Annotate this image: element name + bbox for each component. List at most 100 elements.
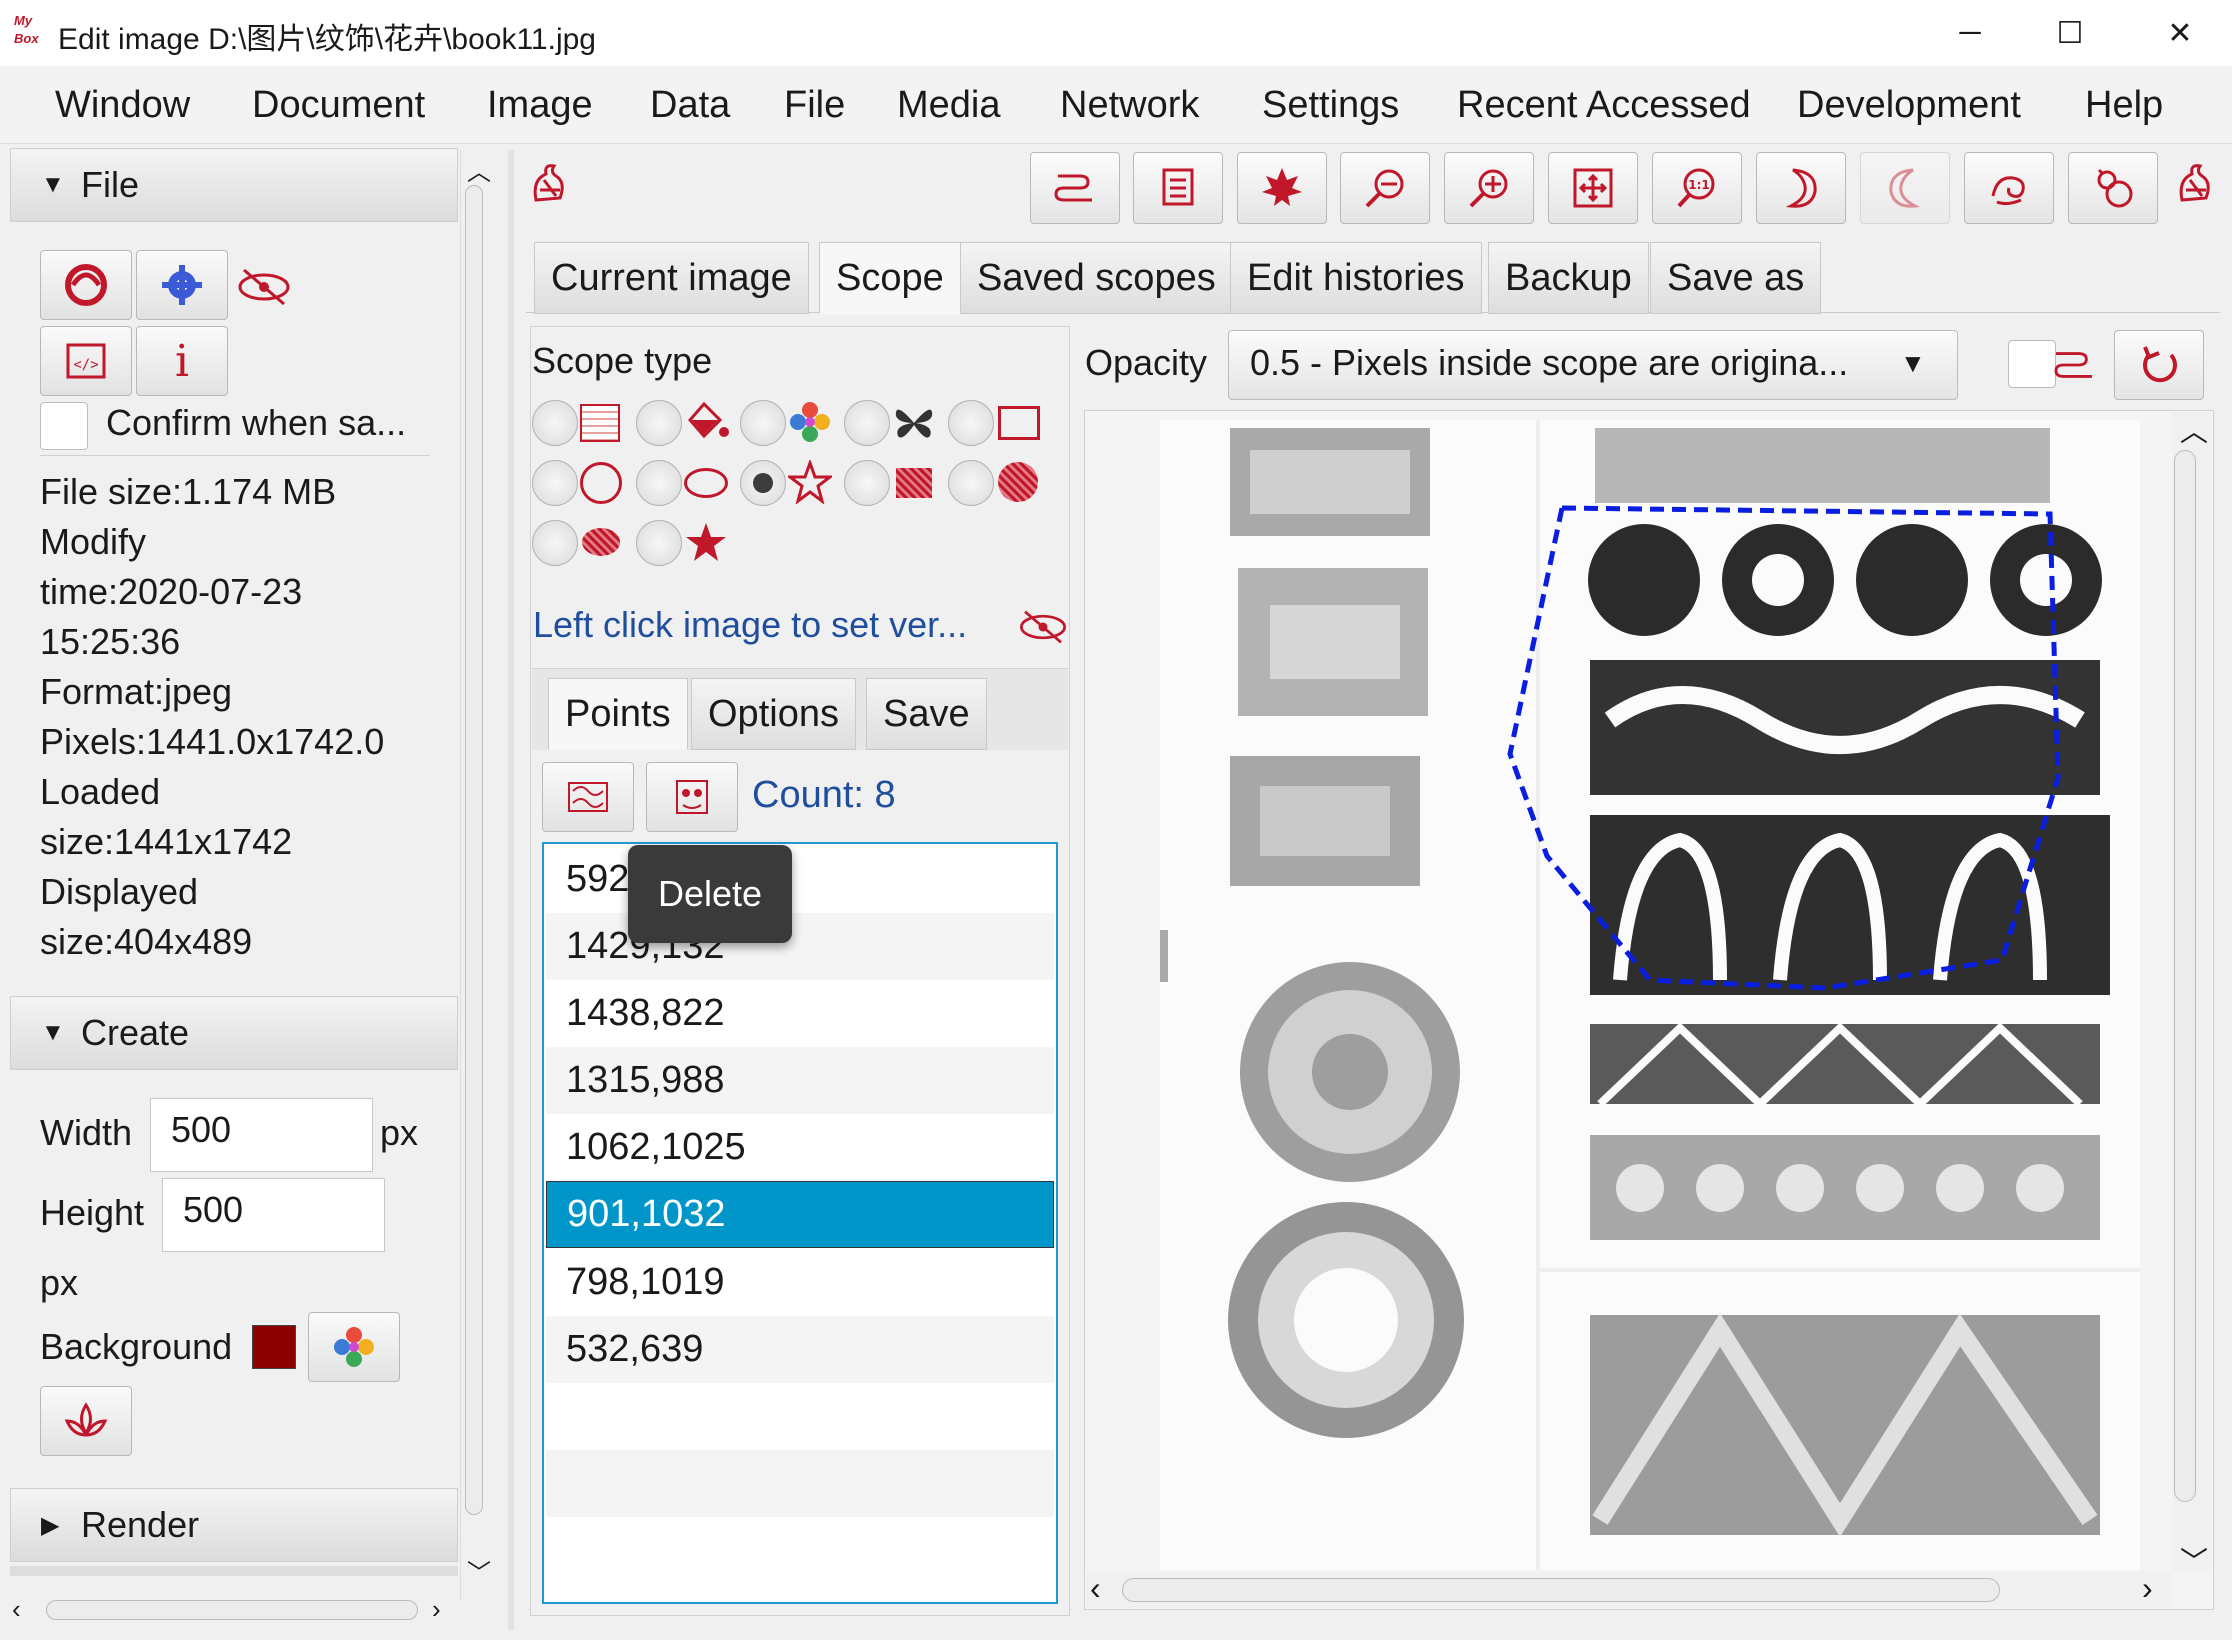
clear-points-button[interactable] [542, 762, 634, 832]
scope-type-polygon-radio[interactable] [740, 460, 786, 506]
scope-type-circle-color-radio[interactable] [948, 460, 994, 506]
tab-save[interactable]: Save [866, 678, 987, 750]
html-button[interactable]: </> [40, 326, 132, 396]
menu-recent-accessed[interactable]: Recent Accessed [1457, 84, 1751, 127]
image-hscroll-thumb[interactable] [1122, 1578, 2000, 1602]
tab-scope[interactable]: Scope [819, 242, 961, 314]
tab-backup[interactable]: Backup [1488, 242, 1649, 314]
tab-save-as[interactable]: Save as [1650, 242, 1822, 314]
menu-window[interactable]: Window [55, 84, 190, 127]
eye-fish-icon[interactable] [234, 262, 294, 317]
maple-button[interactable] [1237, 152, 1327, 224]
background-color-swatch[interactable] [252, 1325, 296, 1369]
crescent-icon [1785, 168, 1817, 208]
tab-current-image[interactable]: Current image [534, 242, 809, 314]
zoom-in-button[interactable] [1444, 152, 1534, 224]
info-button[interactable]: i [136, 326, 228, 396]
close-button[interactable]: ✕ [2130, 0, 2230, 66]
circle-filled-icon [998, 462, 1038, 502]
menu-data[interactable]: Data [650, 84, 730, 127]
tab-saved-scopes[interactable]: Saved scopes [960, 242, 1233, 314]
tab-points[interactable]: Points [548, 678, 688, 750]
rooster-icon-right[interactable] [2172, 160, 2216, 215]
confirm-checkbox[interactable] [40, 402, 88, 450]
flower-button[interactable] [40, 1386, 132, 1456]
height-input[interactable]: 500 [162, 1178, 385, 1252]
scroll-left-arrow-icon[interactable]: ‹ [12, 1594, 21, 1625]
tab-edit-histories[interactable]: Edit histories [1230, 242, 1482, 314]
list-item[interactable]: 1438,822 [546, 980, 1054, 1047]
list-item[interactable]: 1429,132 [546, 913, 1054, 980]
pop-small-icon[interactable] [2050, 346, 2098, 389]
opacity-checkbox[interactable] [2008, 340, 2056, 388]
menu-document[interactable]: Document [252, 84, 425, 127]
list-item[interactable]: 532,639 [546, 1316, 1054, 1383]
opacity-label: Opacity [1085, 342, 1208, 383]
list-item[interactable]: 592,119 [546, 846, 1054, 913]
list-item[interactable]: 798,1019 [546, 1249, 1054, 1316]
scroll-up-arrow-icon[interactable]: ︿ [467, 152, 491, 187]
menu-development[interactable]: Development [1797, 84, 2021, 127]
left-scrollbar-thumb[interactable] [465, 185, 483, 1515]
scope-type-rectangle-color-radio[interactable] [844, 460, 890, 506]
file-section-header[interactable]: ▼ File [10, 148, 458, 222]
settings-button[interactable] [136, 250, 228, 320]
width-input[interactable]: 500 [150, 1098, 373, 1172]
menu-image[interactable]: Image [487, 84, 593, 127]
scope-type-ellipse-radio[interactable] [636, 460, 682, 506]
scope-hint-text: Left click image to set ver... [533, 604, 968, 645]
list-item[interactable]: 1315,988 [546, 1047, 1054, 1114]
actual-size-button[interactable]: 1:1 [1652, 152, 1742, 224]
scope-type-outline-radio[interactable] [844, 400, 890, 446]
cloud-button[interactable] [1964, 152, 2054, 224]
scope-type-colors-radio[interactable] [740, 400, 786, 446]
refresh-button[interactable] [2114, 330, 2204, 400]
image-scroll-down-icon[interactable]: ﹀ [2180, 1540, 2208, 1580]
image-vscroll-thumb[interactable] [2174, 450, 2196, 1502]
delete-point-button[interactable] [646, 762, 738, 832]
left-hscroll-thumb[interactable] [46, 1600, 418, 1620]
list-item-selected[interactable]: 901,1032 [546, 1181, 1054, 1248]
create-section-header[interactable]: ▼ Create [10, 996, 458, 1070]
app-logo: My Box [14, 13, 39, 46]
tab-options[interactable]: Options [691, 678, 856, 750]
menu-help[interactable]: Help [2085, 84, 2163, 127]
scope-type-polygon-color-radio[interactable] [636, 520, 682, 566]
fish-logo-button[interactable] [40, 250, 132, 320]
render-section-header[interactable]: ▶ Render [10, 1488, 458, 1562]
rotate-left-button[interactable] [1860, 152, 1950, 224]
rotate-right-button[interactable] [1756, 152, 1846, 224]
pop-button[interactable] [1030, 152, 1120, 224]
scroll-down-arrow-icon[interactable]: ﹀ [467, 1553, 491, 1588]
scroll-right-arrow-icon[interactable]: › [432, 1594, 441, 1625]
info-line: 15:25:36 [40, 621, 181, 662]
menu-settings[interactable]: Settings [1262, 84, 1399, 127]
image-splitter[interactable] [1160, 930, 1168, 982]
image-scroll-left-icon[interactable]: ‹ [1090, 1570, 1101, 1607]
gourd-button[interactable] [2068, 152, 2158, 224]
height-label: Height [40, 1192, 145, 1233]
scope-type-circle-radio[interactable] [532, 460, 578, 506]
window-title: Edit image D:\图片\纹饰\花卉\book11.jpg [58, 23, 596, 56]
image-canvas[interactable] [1160, 420, 2140, 1570]
menu-file[interactable]: File [784, 84, 845, 127]
minimize-button[interactable]: ─ [1920, 0, 2020, 66]
image-scroll-right-icon[interactable]: › [2142, 1570, 2153, 1607]
scope-type-all-radio[interactable] [532, 400, 578, 446]
points-count: Count: 8 [752, 774, 896, 816]
menu-network[interactable]: Network [1060, 84, 1199, 127]
scope-type-ellipse-color-radio[interactable] [532, 520, 578, 566]
maximize-button[interactable]: ☐ [2020, 0, 2120, 66]
panel-divider[interactable] [508, 150, 514, 1630]
scope-type-rectangle-radio[interactable] [948, 400, 994, 446]
color-palette-button[interactable] [308, 1312, 400, 1382]
eye-fish-icon-hint[interactable] [1016, 604, 1070, 655]
menu-list-button[interactable] [1133, 152, 1223, 224]
rooster-icon[interactable] [526, 160, 570, 215]
menu-media[interactable]: Media [897, 84, 1001, 127]
image-scroll-up-icon[interactable]: ︿ [2180, 410, 2208, 450]
fit-window-button[interactable] [1548, 152, 1638, 224]
scope-type-matting-radio[interactable] [636, 400, 682, 446]
zoom-out-button[interactable] [1340, 152, 1430, 224]
list-item[interactable]: 1062,1025 [546, 1114, 1054, 1181]
